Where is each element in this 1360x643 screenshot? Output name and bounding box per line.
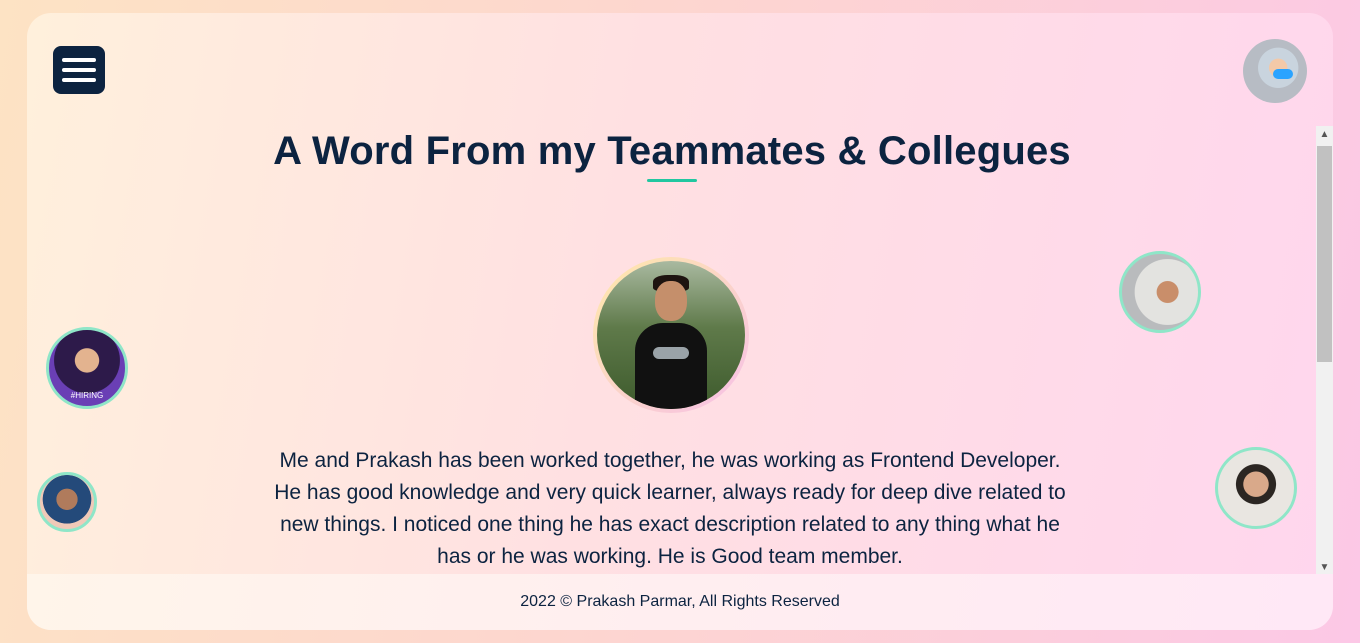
footer: 2022 © Prakash Parmar, All Rights Reserv…	[27, 574, 1333, 630]
hamburger-menu-button[interactable]	[53, 46, 105, 94]
hiring-badge: #HIRING	[70, 391, 104, 400]
active-teammate-photo	[593, 257, 749, 413]
copyright-text: 2022 © Prakash Parmar, All Rights Reserv…	[520, 593, 840, 610]
menu-bar-icon	[62, 78, 96, 82]
teammate-avatar-1[interactable]: #HIRING	[46, 327, 128, 409]
scroll-up-icon[interactable]: ▲	[1316, 126, 1333, 143]
testimonial-quote: Me and Prakash has been worked together,…	[274, 449, 1066, 568]
vertical-scrollbar[interactable]: ▲ ▼	[1316, 126, 1333, 576]
teammate-avatar-3[interactable]	[1119, 251, 1201, 333]
profile-avatar[interactable]	[1243, 39, 1307, 103]
section-title: A Word From my Teammates & Collegues	[273, 129, 1071, 173]
scroll-thumb[interactable]	[1317, 146, 1332, 362]
teammate-avatar-2[interactable]	[37, 472, 97, 532]
menu-bar-icon	[62, 68, 96, 72]
main-card: A Word From my Teammates & Collegues #HI…	[27, 13, 1333, 630]
title-underline	[647, 179, 697, 182]
menu-bar-icon	[62, 58, 96, 62]
teammate-avatar-4[interactable]	[1215, 447, 1297, 529]
